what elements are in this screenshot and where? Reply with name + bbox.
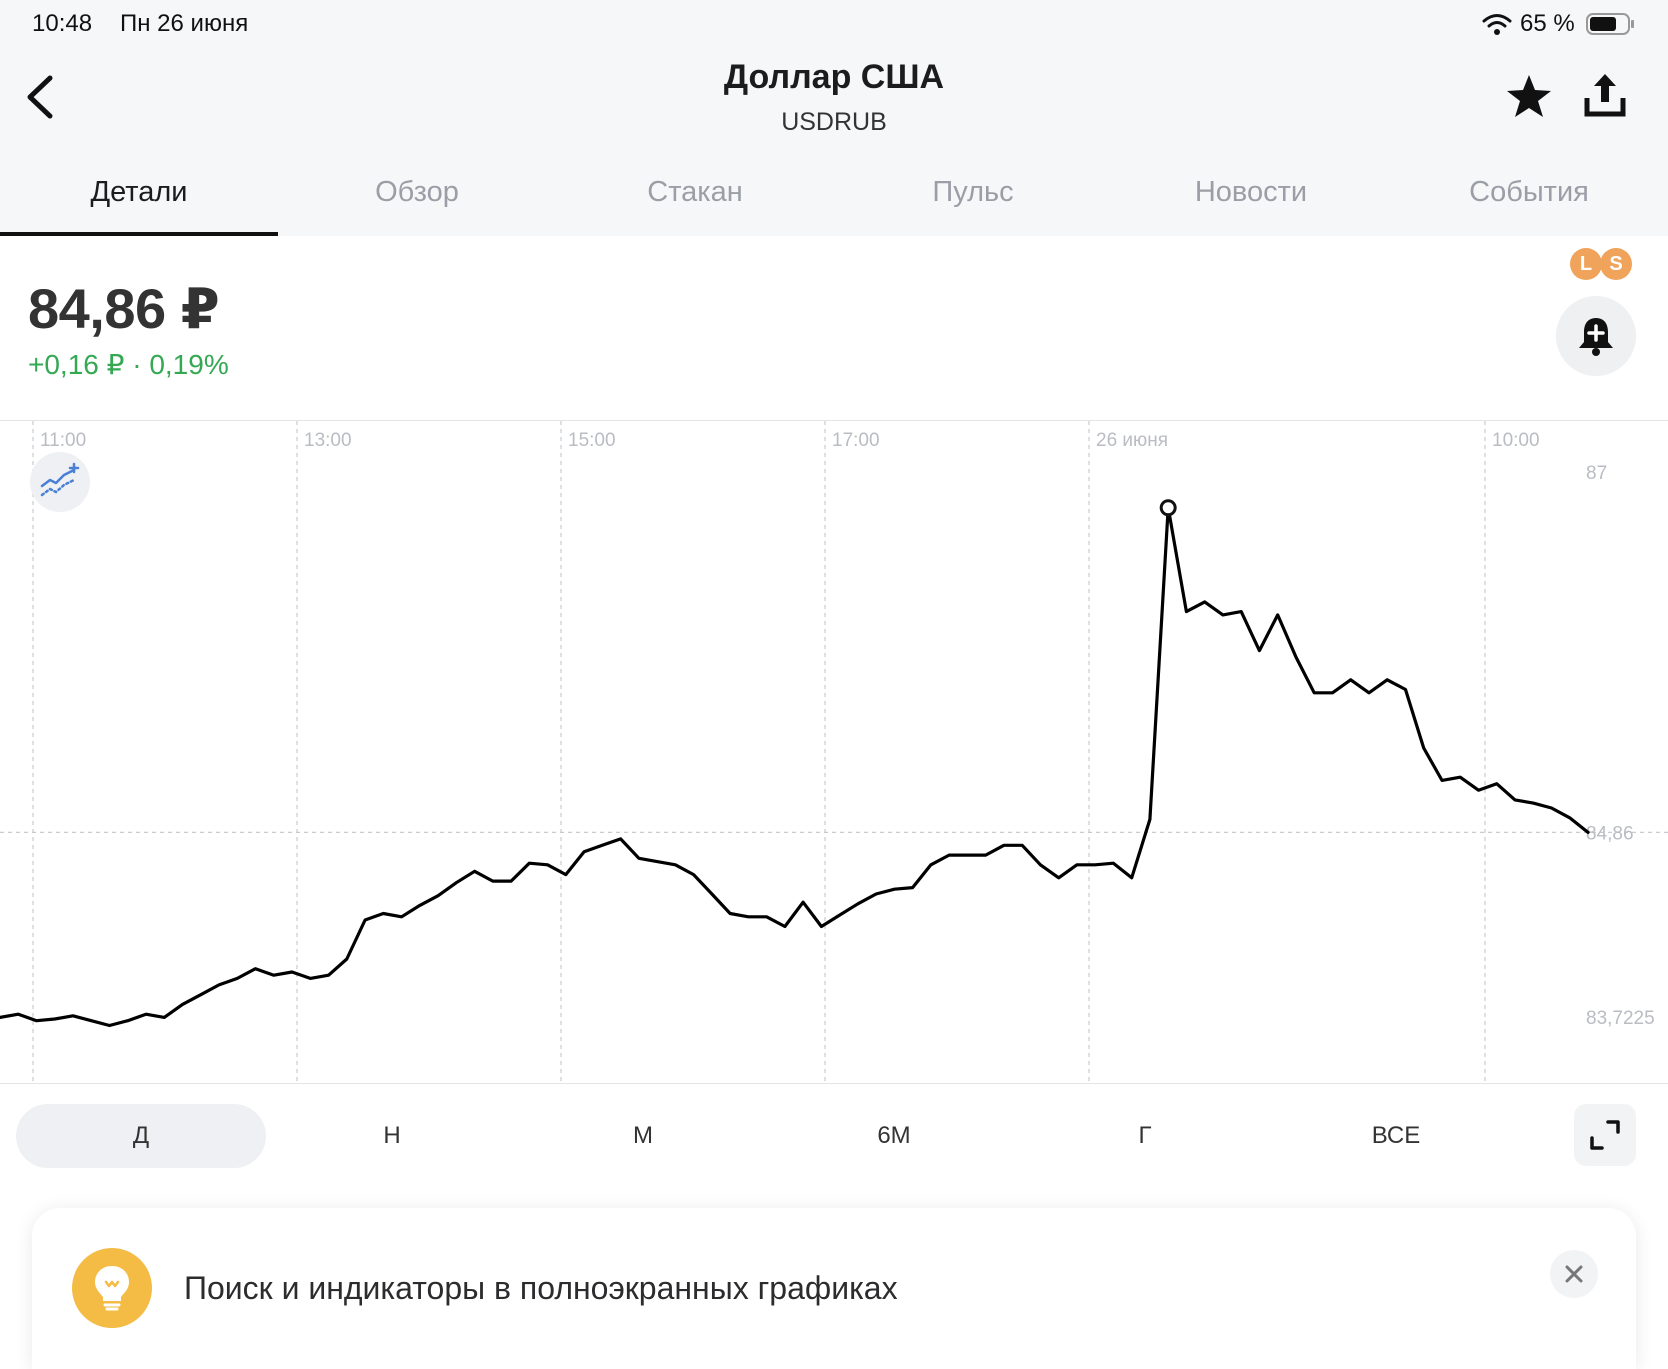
y-tick-label: 83,7225	[1586, 1008, 1655, 1029]
current-price: 84,86 ₽	[28, 277, 220, 340]
tab-events[interactable]: События	[1390, 160, 1668, 236]
price-chart[interactable]: 11:00 13:00 15:00 17:00 26 июня 10:00 87 84,86 8…	[0, 420, 1668, 1085]
star-icon[interactable]	[1504, 72, 1554, 122]
peak-marker	[1159, 499, 1177, 517]
x-tick-label: 15:00	[568, 430, 616, 451]
battery-percent: 65 %	[1520, 10, 1575, 37]
y-tick-label: 84,86	[1586, 823, 1634, 844]
x-tick-label: 26 июня	[1096, 430, 1168, 451]
tab-order-book[interactable]: Стакан	[556, 160, 834, 236]
ls-badges: L S	[1570, 248, 1632, 280]
bell-plus-icon	[1579, 318, 1613, 356]
x-tick-label: 10:00	[1492, 430, 1540, 451]
price-line	[0, 506, 1590, 1028]
x-tick-label: 11:00	[40, 430, 86, 451]
tip-banner[interactable]: Поиск и индикаторы в полноэкранных графи…	[32, 1208, 1636, 1369]
tab-news[interactable]: Новости	[1112, 160, 1390, 236]
status-bar: 10:48 Пн 26 июня 65 %	[0, 0, 1668, 48]
long-badge: L	[1570, 248, 1602, 280]
period-week[interactable]: Н	[267, 1104, 517, 1168]
period-all[interactable]: ВСЕ	[1271, 1104, 1521, 1168]
status-date: Пн 26 июня	[120, 10, 249, 37]
short-badge: S	[1600, 248, 1632, 280]
ticker-subtitle: USDRUB	[781, 108, 887, 136]
x-tick-label: 13:00	[304, 430, 352, 451]
status-time: 10:48	[32, 10, 93, 37]
y-tick-label: 87	[1586, 463, 1607, 484]
tip-icon-circle	[72, 1248, 152, 1328]
lightbulb-icon	[95, 1266, 129, 1311]
price-change: +0,16 ₽ · 0,19%	[28, 349, 229, 380]
tab-bar: Детали Обзор Стакан Пульс Новости Событи…	[0, 160, 1668, 236]
price-alert-button[interactable]	[1556, 296, 1636, 376]
indicators-chart-icon	[40, 462, 80, 497]
period-month[interactable]: М	[518, 1104, 768, 1168]
tip-close-button[interactable]	[1550, 1250, 1598, 1298]
tip-text: Поиск и индикаторы в полноэкранных графи…	[184, 1270, 898, 1306]
tab-pulse[interactable]: Пульс	[834, 160, 1112, 236]
period-6-months[interactable]: 6М	[769, 1104, 1019, 1168]
wifi-icon	[1482, 14, 1512, 35]
period-selector: Д Н М 6М Г ВСЕ	[0, 1104, 1668, 1170]
share-upload-icon[interactable]	[1580, 70, 1630, 120]
period-day[interactable]: Д	[16, 1104, 266, 1168]
fullscreen-button[interactable]	[1574, 1104, 1636, 1166]
battery-icon	[1586, 13, 1634, 35]
close-icon	[1565, 1265, 1583, 1283]
expand-icon	[1590, 1120, 1620, 1150]
tab-overview[interactable]: Обзор	[278, 160, 556, 236]
page-title: Доллар США	[723, 58, 945, 96]
indicators-button[interactable]	[30, 452, 90, 512]
tab-details[interactable]: Детали	[0, 160, 278, 236]
x-tick-label: 17:00	[832, 430, 880, 451]
chart-svg: 11:00 13:00 15:00 17:00 26 июня 10:00 87 84,86 8…	[0, 421, 1668, 1085]
period-year[interactable]: Г	[1020, 1104, 1270, 1168]
